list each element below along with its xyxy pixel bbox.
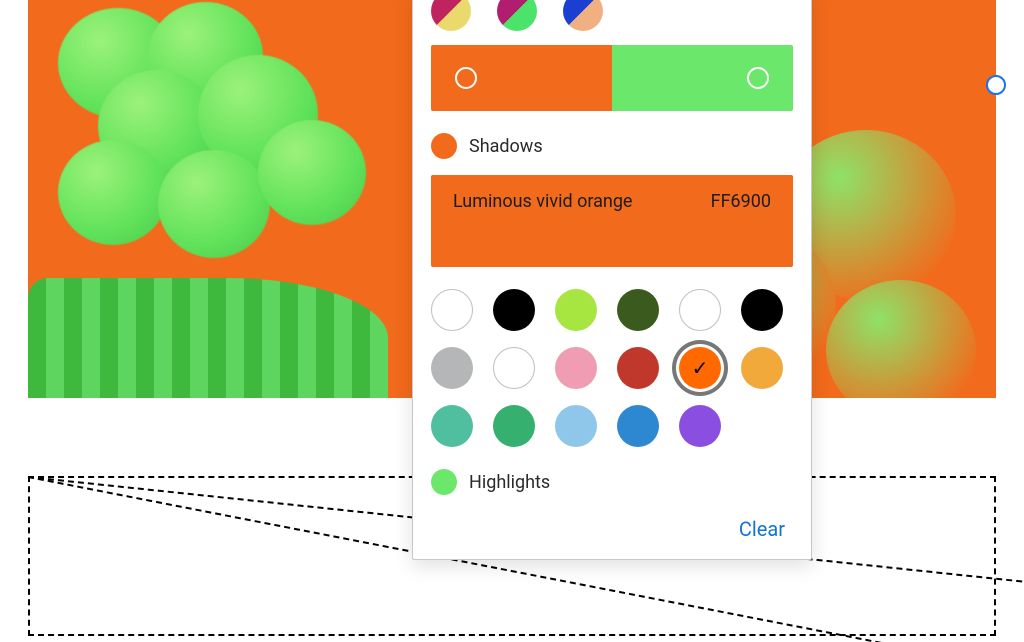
check-icon: ✓ [692,356,709,380]
highlights-section: Highlights [431,469,793,495]
preset-red-yellow[interactable] [431,0,471,31]
highlights-label: Highlights [469,472,550,493]
gradient-highlights-stop[interactable] [612,45,793,111]
swatch-white-1[interactable] [431,289,473,331]
swatch-violet[interactable] [679,405,721,447]
shadows-section: Shadows [431,133,793,159]
swatch-white-2[interactable] [679,289,721,331]
gradient-shadows-stop[interactable] [431,45,612,111]
swatch-teal[interactable] [431,405,473,447]
current-color-name: Luminous vivid orange [453,191,711,212]
duotone-gradient-bar[interactable] [431,45,793,111]
swatch-white-3[interactable] [493,347,535,389]
swatch-amber[interactable] [741,347,783,389]
swatch-lime[interactable] [555,289,597,331]
swatch-sky[interactable] [555,405,597,447]
preset-magenta-green[interactable] [497,0,537,31]
current-color-readout[interactable]: Luminous vivid orange FF6900 [431,175,793,267]
drag-handle-icon [747,67,769,89]
swatch-blue[interactable] [617,405,659,447]
selection-handle-right[interactable] [986,75,1006,95]
swatch-black-2[interactable] [741,289,783,331]
swatch-brick[interactable] [617,347,659,389]
swatch-dark-olive[interactable] [617,289,659,331]
swatch-black-1[interactable] [493,289,535,331]
shadows-color-dot [431,133,457,159]
current-color-hex: FF6900 [711,191,771,212]
drag-handle-icon [455,67,477,89]
shadows-label: Shadows [469,136,543,157]
swatch-gray[interactable] [431,347,473,389]
swatch-pink[interactable] [555,347,597,389]
swatch-green[interactable] [493,405,535,447]
swatch-lvorange[interactable]: ✓ [679,347,721,389]
basket-shape [28,278,388,398]
clear-button[interactable]: Clear [739,517,785,541]
highlights-color-dot [431,469,457,495]
preset-blue-peach[interactable] [563,0,603,31]
swatch-grid: ✓ [431,289,793,447]
duotone-panel: Shadows Luminous vivid orange FF6900 ✓ H… [412,0,812,560]
